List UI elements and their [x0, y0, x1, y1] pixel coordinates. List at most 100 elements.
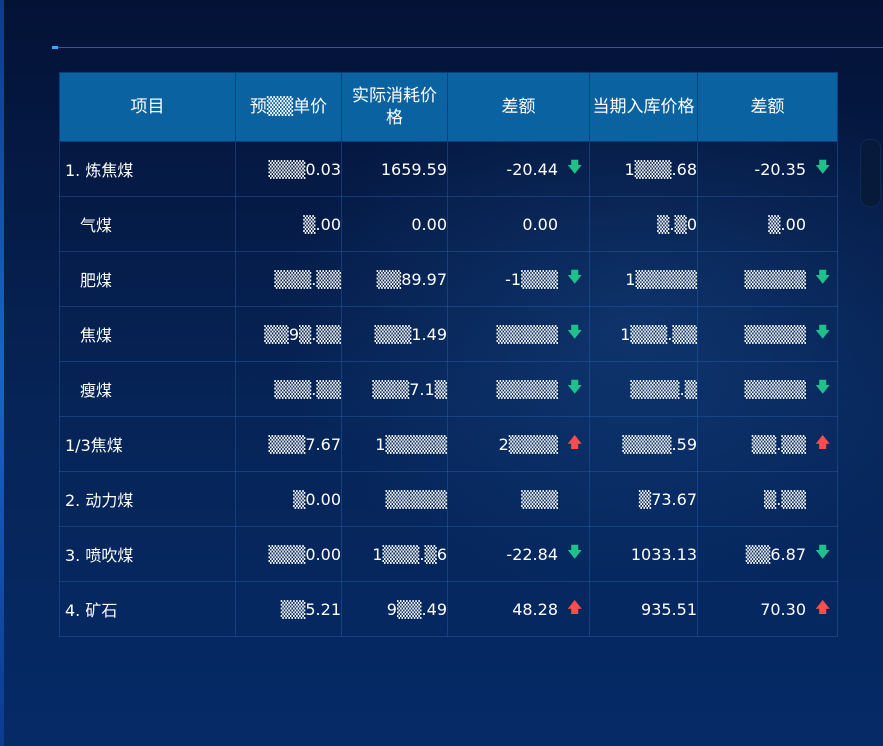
arrow-up-icon: 🡅	[567, 597, 583, 616]
stock-price-cell-value: 1033.13	[630, 544, 697, 564]
diff-2-cell-value: ▒▒▒▒▒	[744, 379, 806, 399]
stock-price-cell-value: ▒.▒0	[657, 214, 697, 234]
plan-price-cell-value: ▒.00	[303, 214, 341, 234]
diff-2-cell-value: -20.35	[754, 159, 806, 179]
diff-1-cell: 48.28 🡅	[447, 581, 590, 637]
diff-1-cell: -20.44 🡇	[447, 141, 590, 197]
diff-2-cell-value: ▒▒▒▒▒	[744, 324, 806, 344]
row-name: 焦煤	[59, 306, 236, 362]
price-table-container[interactable]: 项目 预▒▒单价 实际消耗价格 差额 当期入库价格 差额 1. 炼焦煤 ▒▒▒0.…	[59, 72, 838, 637]
diff-2-cell: ▒.00	[697, 196, 838, 252]
row-name: 气煤	[59, 196, 236, 252]
table-body: 1. 炼焦煤 ▒▒▒0.03 1659.59 -20.44 🡇 1▒▒▒.68 -20.35…	[59, 141, 838, 637]
arrow-down-icon: 🡇	[567, 157, 583, 176]
table-row[interactable]: 2. 动力煤 ▒0.00 ▒▒▒▒▒ ▒▒▒ ▒73.67 ▒.▒▒	[59, 471, 838, 527]
diff-2-cell: -20.35 🡇	[697, 141, 838, 197]
diff-1-cell: 2▒▒▒▒ 🡅	[447, 416, 590, 472]
actual-price-cell-value: ▒▒▒▒▒	[385, 489, 447, 509]
actual-price-cell: 1▒▒▒▒▒	[341, 416, 448, 472]
stock-price-cell: 1▒▒▒.▒▒	[589, 306, 698, 362]
table-row[interactable]: 4. 矿石 ▒▒5.21 9▒▒.49 48.28 🡅 935.51 70.30 🡅	[59, 581, 838, 637]
plan-price-cell: ▒▒▒0.03	[235, 141, 342, 197]
stock-price-cell-value: 1▒▒▒.68	[624, 159, 697, 179]
row-name: 肥煤	[59, 251, 236, 307]
actual-price-cell-value: 1▒▒▒.▒6	[372, 544, 447, 564]
table-row[interactable]: 气煤 ▒.00 0.00 0.00 ▒.▒0 ▒.00	[59, 196, 838, 252]
actual-price-cell: 9▒▒.49	[341, 581, 448, 637]
row-name: 2. 动力煤	[59, 471, 236, 527]
row-name: 1/3焦煤	[59, 416, 236, 472]
stock-price-cell: ▒▒▒▒.59	[589, 416, 698, 472]
header-actual-price[interactable]: 实际消耗价格	[341, 72, 448, 142]
table-row[interactable]: 3. 喷吹煤 ▒▒▒0.00 1▒▒▒.▒6 -22.84 🡇 1033.13 ▒▒6.87…	[59, 526, 838, 582]
actual-price-cell-value: 1▒▒▒▒▒	[375, 434, 447, 454]
row-name: 1. 炼焦煤	[59, 141, 236, 197]
diff-2-cell: ▒▒▒▒▒ 🡇	[697, 251, 838, 307]
arrow-down-icon: 🡇	[567, 322, 583, 341]
row-name: 瘦煤	[59, 361, 236, 417]
stock-price-cell: 1033.13	[589, 526, 698, 582]
plan-price-cell-value: ▒0.00	[293, 489, 341, 509]
actual-price-cell: ▒▒▒▒▒	[341, 471, 448, 527]
plan-price-cell-value: ▒▒5.21	[280, 599, 341, 619]
diff-1-cell-value: ▒▒▒▒▒	[496, 324, 558, 344]
price-table: 项目 预▒▒单价 实际消耗价格 差额 当期入库价格 差额 1. 炼焦煤 ▒▒▒0.…	[59, 72, 838, 637]
plan-price-cell-value: ▒▒▒.▒▒	[274, 379, 341, 399]
plan-price-cell: ▒▒9▒.▒▒	[235, 306, 342, 362]
table-row[interactable]: 1/3焦煤 ▒▒▒7.67 1▒▒▒▒▒ 2▒▒▒▒ 🡅 ▒▒▒▒.59 ▒▒.▒▒ 🡅	[59, 416, 838, 472]
header-diff-1[interactable]: 差额	[447, 72, 590, 142]
diff-1-cell-value: 2▒▒▒▒	[498, 434, 558, 454]
table-row[interactable]: 瘦煤 ▒▒▒.▒▒ ▒▒▒7.1▒ ▒▒▒▒▒ 🡇 ▒▒▒▒.▒ ▒▒▒▒▒ 🡇	[59, 361, 838, 417]
plan-price-cell: ▒▒▒0.00	[235, 526, 342, 582]
stock-price-cell: 1▒▒▒▒▒	[589, 251, 698, 307]
plan-price-cell: ▒0.00	[235, 471, 342, 527]
plan-price-cell: ▒▒▒.▒▒	[235, 361, 342, 417]
arrow-down-icon: 🡇	[815, 267, 831, 286]
arrow-up-icon: 🡅	[815, 432, 831, 451]
diff-1-cell: ▒▒▒▒▒ 🡇	[447, 361, 590, 417]
diff-1-cell-value: -22.84	[506, 544, 558, 564]
plan-price-cell: ▒.00	[235, 196, 342, 252]
plan-price-cell: ▒▒▒.▒▒	[235, 251, 342, 307]
row-name: 3. 喷吹煤	[59, 526, 236, 582]
table-row[interactable]: 焦煤 ▒▒9▒.▒▒ ▒▒▒1.49 ▒▒▒▒▒ 🡇 1▒▒▒.▒▒ ▒▒▒▒▒ 🡇	[59, 306, 838, 362]
diff-1-cell-value: -1▒▒▒	[505, 269, 558, 289]
header-plan-price[interactable]: 预▒▒单价	[235, 72, 342, 142]
diff-2-cell: ▒▒▒▒▒ 🡇	[697, 361, 838, 417]
diff-1-cell: -22.84 🡇	[447, 526, 590, 582]
scrollbar-thumb[interactable]	[860, 139, 881, 207]
table-row[interactable]: 肥煤 ▒▒▒.▒▒ ▒▒89.97 -1▒▒▒ 🡇 1▒▒▒▒▒ ▒▒▒▒▒ 🡇	[59, 251, 838, 307]
dashboard-panel: 项目 预▒▒单价 实际消耗价格 差额 当期入库价格 差额 1. 炼焦煤 ▒▒▒0.…	[0, 0, 883, 746]
plan-price-cell: ▒▒▒7.67	[235, 416, 342, 472]
stock-price-cell-value: 1▒▒▒.▒▒	[620, 324, 697, 344]
diff-2-cell: ▒▒6.87 🡇	[697, 526, 838, 582]
left-edge-bar	[0, 0, 4, 746]
diff-2-cell: 70.30 🡅	[697, 581, 838, 637]
actual-price-cell: 0.00	[341, 196, 448, 252]
stock-price-cell: 1▒▒▒.68	[589, 141, 698, 197]
diff-1-cell-value: 48.28	[512, 599, 558, 619]
stock-price-cell-value: 935.51	[641, 599, 697, 619]
actual-price-cell: ▒▒89.97	[341, 251, 448, 307]
diff-2-cell-value: ▒.▒▒	[764, 489, 806, 509]
header-diff-2[interactable]: 差额	[697, 72, 838, 142]
plan-price-cell-value: ▒▒▒.▒▒	[274, 269, 341, 289]
plan-price-cell-value: ▒▒▒0.00	[268, 544, 341, 564]
actual-price-cell: 1▒▒▒.▒6	[341, 526, 448, 582]
actual-price-cell-value: ▒▒▒7.1▒	[372, 379, 447, 399]
table-row[interactable]: 1. 炼焦煤 ▒▒▒0.03 1659.59 -20.44 🡇 1▒▒▒.68 -20.35…	[59, 141, 838, 197]
diff-2-cell-value: ▒.00	[768, 214, 806, 234]
diff-1-cell: ▒▒▒▒▒ 🡇	[447, 306, 590, 362]
header-stock-price[interactable]: 当期入库价格	[589, 72, 698, 142]
header-item[interactable]: 项目	[59, 72, 236, 142]
stock-price-cell: ▒.▒0	[589, 196, 698, 252]
arrow-down-icon: 🡇	[567, 377, 583, 396]
actual-price-cell-value: 0.00	[411, 214, 447, 234]
actual-price-cell: ▒▒▒7.1▒	[341, 361, 448, 417]
diff-1-cell: 0.00	[447, 196, 590, 252]
actual-price-cell-value: ▒▒89.97	[376, 269, 447, 289]
stock-price-cell: ▒73.67	[589, 471, 698, 527]
table-header-row: 项目 预▒▒单价 实际消耗价格 差额 当期入库价格 差额	[59, 72, 838, 142]
arrow-up-icon: 🡅	[567, 432, 583, 451]
diff-1-cell-value: -20.44	[506, 159, 558, 179]
